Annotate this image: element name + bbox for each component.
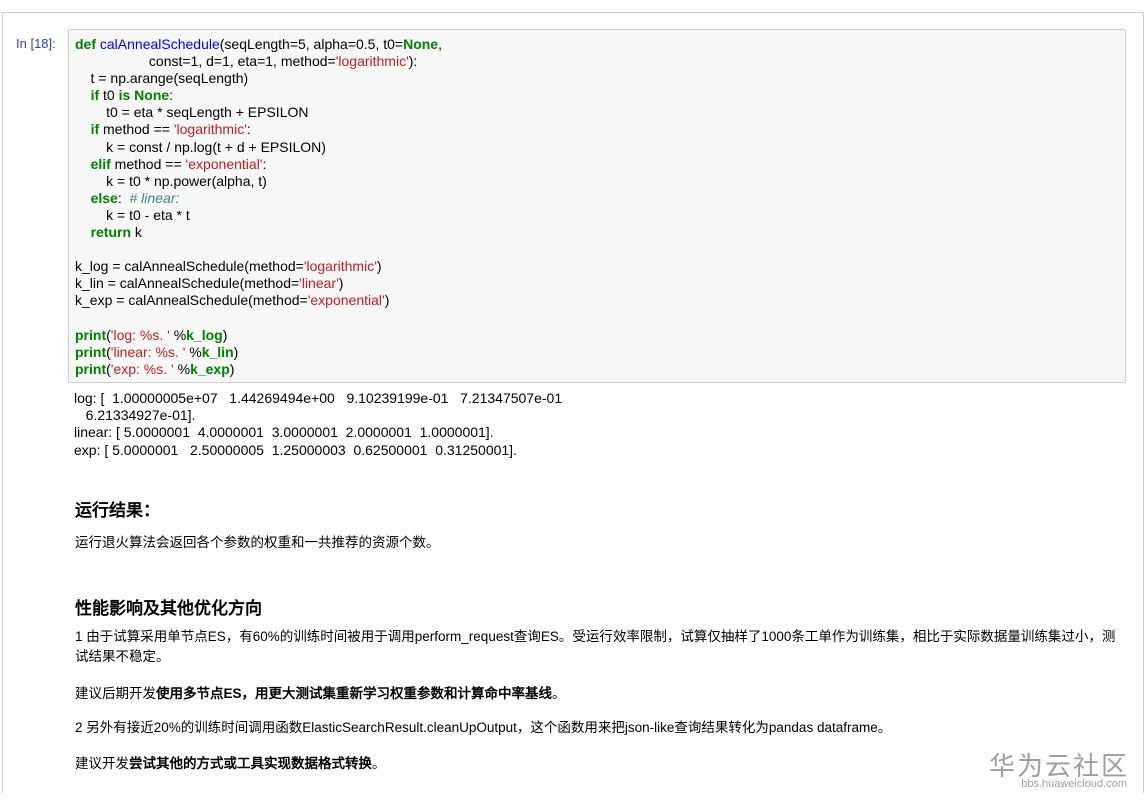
code-line: k_exp = calAnnealSchedule(method='expone… [75,292,389,308]
code-token: k = t0 * np.power(alpha, t) [75,172,267,189]
paragraph-performance-1: 1 由于试算采用单节点ES，有60%的训练时间被用于调用perform_requ… [75,629,1116,664]
code-token: ) [233,343,239,360]
code-line: if method == 'logarithmic': [75,121,251,137]
code-line: print('log: %s. ' %k_log) [75,327,227,343]
code-token: 'logarithmic' [173,121,247,138]
code-token: , [438,36,442,52]
code-token: print [75,343,107,360]
code-token: 'exponential' [307,292,385,309]
code-token: if [90,121,100,138]
suggestion-1-prefix: 建议后期开发 [75,686,156,701]
code-token: t0 = eta * seqLength + EPSILON [75,104,309,121]
code-token: else [90,189,118,206]
code-token: k_exp = calAnnealSchedule(method= [75,292,308,309]
code-line: if t0 is None: [75,87,174,104]
code-token: ) [338,275,344,292]
code-token: 'log: %s. ' [110,326,170,343]
code-token: % [185,343,202,360]
code-editor[interactable]: def calAnnealSchedule(seqLength=5, alpha… [75,36,442,378]
code-cell-input[interactable]: def calAnnealSchedule(seqLength=5, alpha… [68,29,1126,383]
code-token: k = const / np.log(t + d + EPSILON) [75,138,326,155]
code-token: k_lin = calAnnealSchedule(method= [75,275,300,292]
code-token: % [169,326,187,343]
code-token: k = t0 - eta * t [75,206,190,223]
code-token: t0 [99,87,119,104]
code-token: t = np.arange(seqLength) [75,70,249,87]
code-line: k = const / np.log(t + d + EPSILON) [75,139,326,155]
suggestion-2-suffix: 。 [372,756,386,771]
code-token: : [169,87,174,104]
code-token: ) [376,258,382,275]
code-token: None [403,36,439,52]
code-line: print('exp: %s. ' %k_exp) [75,361,234,377]
code-line: return k [75,224,142,240]
code-token: 'logarithmic' [335,53,409,70]
code-line: t = np.arange(seqLength) [75,70,249,87]
code-token: method == [99,121,174,138]
cell-prompt: In [18]: [16,36,56,51]
code-token: k [131,224,142,241]
code-token: k_log [186,326,223,343]
code-line: t0 = eta * seqLength + EPSILON [75,104,308,120]
code-line: print('linear: %s. ' %k_lin) [75,344,238,360]
code-token: : [246,121,251,138]
watermark-url: bbs.huaweicloud.com [1021,778,1127,790]
code-token: k_log = calAnnealSchedule(method= [75,258,304,275]
code-token: def [75,36,96,52]
code-token: k_lin [201,343,234,360]
paragraph-suggestion-1: 建议后期开发使用多节点ES，用更大测试集重新学习权重参数和计算命中率基线。 [75,684,1125,704]
code-token: ) [229,360,235,377]
suggestion-2-prefix: 建议开发 [75,756,129,771]
code-token: : [117,189,130,206]
code-token: method == [110,155,186,172]
code-token: 'exponential' [185,155,263,172]
code-line: k = t0 - eta * t [75,207,190,223]
suggestion-1-bold: 使用多节点ES，用更大测试集重新学习权重参数和计算命中率基线 [156,686,553,701]
code-token: print [75,326,107,343]
paragraph-suggestion-2: 建议开发尝试其他的方式或工具实现数据格式转换。 [75,754,1125,774]
code-token: 'linear' [299,275,339,292]
code-token: 'exp: %s. ' [110,360,174,377]
code-line: k = t0 * np.power(alpha, t) [75,173,267,189]
code-line: elif method == 'exponential': [75,155,267,172]
code-token: ): [408,53,418,70]
code-token: return [90,224,132,241]
code-token: None [134,87,170,104]
section-heading-performance: 性能影响及其他优化方向 [75,599,262,618]
code-token: const=1, d=1, eta=1, method= [75,53,336,70]
code-token: % [173,360,191,377]
paragraph-results: 运行退火算法会返回各个参数的权重和一共推荐的资源个数。 [75,535,440,550]
code-line: k_log = calAnnealSchedule(method='logari… [75,258,382,274]
code-token: ) [222,326,228,343]
code-token: 'logarithmic' [303,258,377,275]
cell-output: log: [ 1.00000005e+07 1.44269494e+00 9.1… [74,390,563,458]
code-line: else: # linear: [75,189,180,206]
suggestion-2-bold: 尝试其他的方式或工具实现数据格式转换 [129,756,372,771]
code-token: calAnnealSchedule [99,36,220,52]
code-token: is [118,87,131,104]
code-token: ) [384,292,390,309]
code-token: print [75,360,107,377]
code-line: def calAnnealSchedule(seqLength=5, alpha… [75,36,442,52]
code-token: 'linear: %s. ' [110,343,186,360]
code-token: if [90,87,100,104]
section-heading-results: 运行结果： [75,501,160,520]
code-token: : [262,155,267,172]
code-token: # linear: [129,189,180,206]
code-token: k_exp [190,360,230,377]
paragraph-performance-2: 2 另外有接近20%的训练时间调用函数ElasticSearchResult.c… [75,720,892,735]
code-token: elif [90,155,111,172]
suggestion-1-suffix: 。 [552,686,566,701]
code-line: k_lin = calAnnealSchedule(method='linear… [75,275,343,291]
code-token: (seqLength=5, alpha=0.5, t0= [219,36,404,52]
code-line: const=1, d=1, eta=1, method='logarithmic… [75,53,417,69]
